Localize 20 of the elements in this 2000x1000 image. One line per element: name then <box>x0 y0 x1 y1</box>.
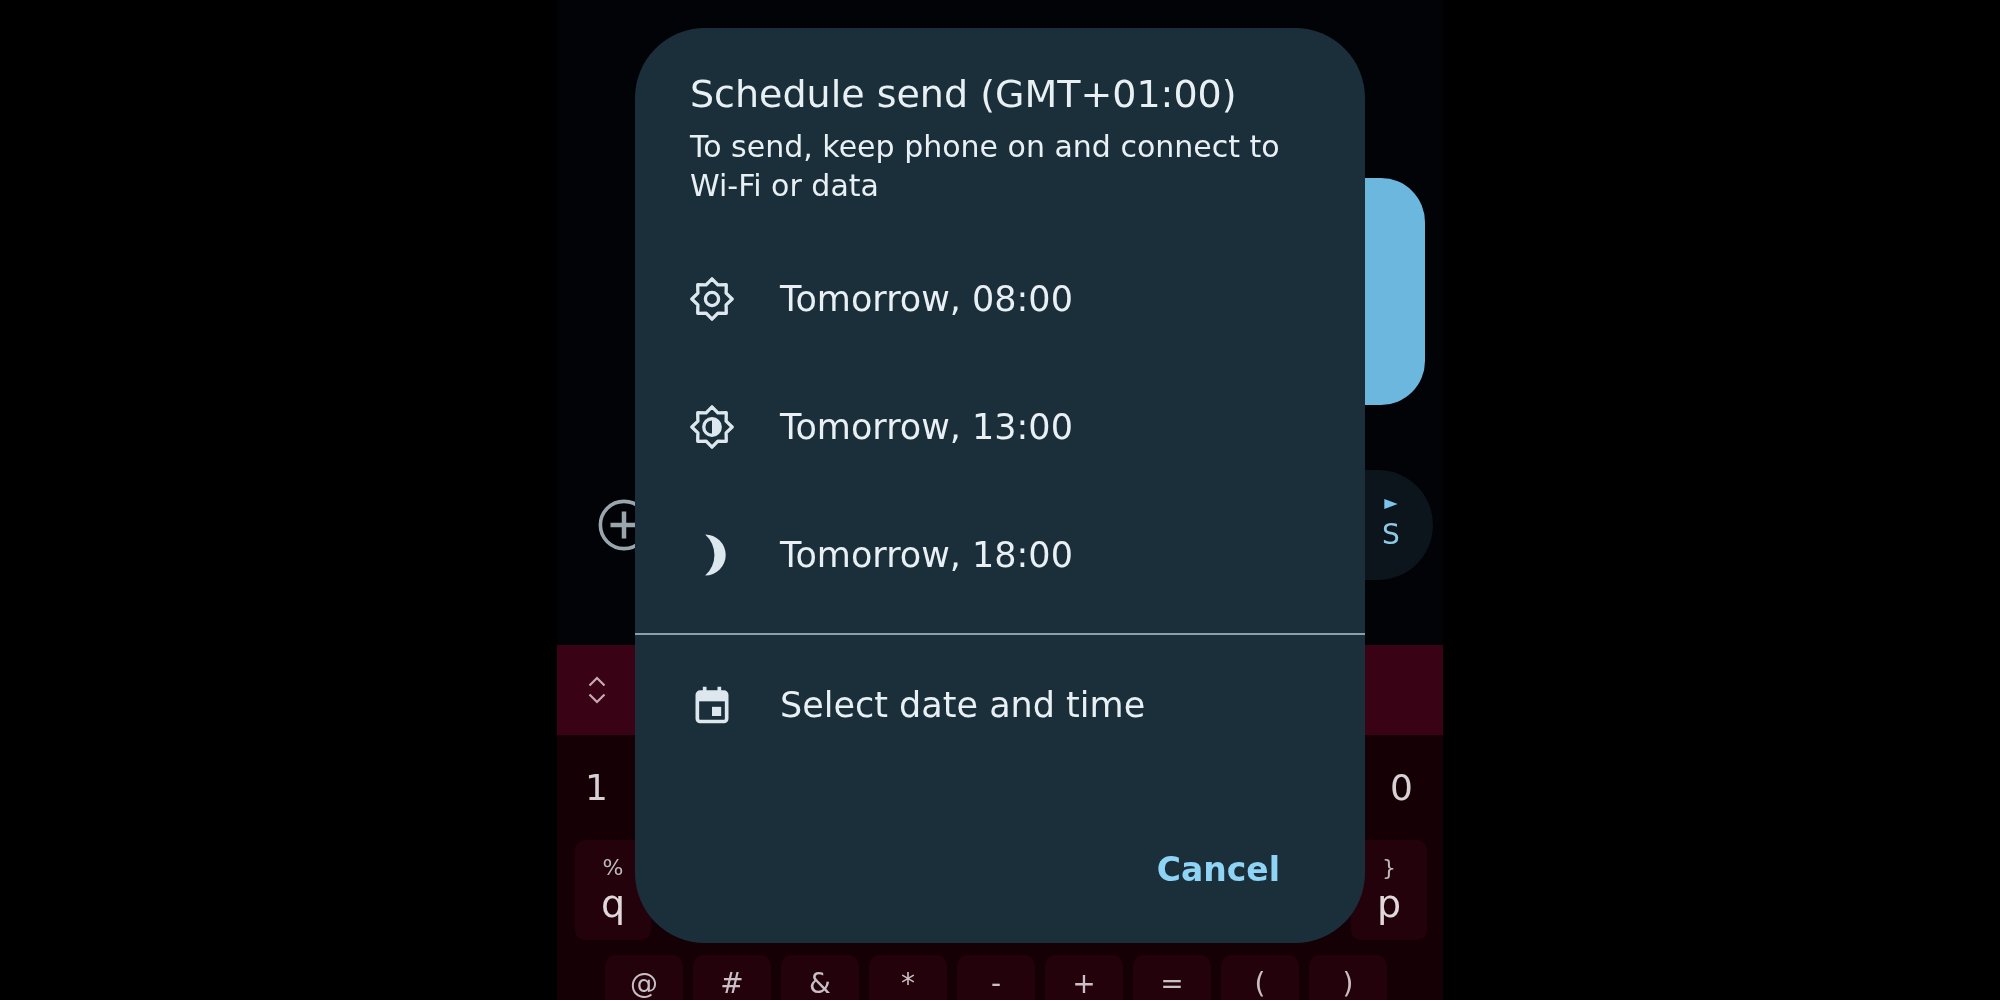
half-sun-icon <box>690 405 734 450</box>
keyboard-key[interactable]: 0 <box>1390 760 1413 815</box>
keyboard-key[interactable]: # <box>693 955 771 1000</box>
cancel-button[interactable]: Cancel <box>1146 839 1290 901</box>
keyboard-key[interactable]: = <box>1133 955 1211 1000</box>
keyboard-key[interactable]: @ <box>605 955 683 1000</box>
sun-icon <box>690 277 734 322</box>
keyboard-key[interactable]: + <box>1045 955 1123 1000</box>
schedule-option[interactable]: Tomorrow, 13:00 <box>780 401 1073 454</box>
schedule-option[interactable]: Tomorrow, 08:00 <box>780 273 1073 326</box>
keyboard-key[interactable]: * <box>869 955 947 1000</box>
keyboard-key[interactable]: & <box>781 955 859 1000</box>
keyboard-key[interactable]: 1 <box>585 760 608 815</box>
schedule-option[interactable]: Select date and time <box>780 679 1146 732</box>
schedule-option[interactable]: Tomorrow, 18:00 <box>780 529 1073 582</box>
dialog-title: Schedule send (GMT+01:00) <box>690 71 1238 118</box>
keyboard-key[interactable]: - <box>957 955 1035 1000</box>
keyboard-key[interactable]: ) <box>1309 955 1387 1000</box>
dialog-subtitle: To send, keep phone on and connect to Wi-Fi or data <box>690 128 1281 206</box>
keyboard-key[interactable]: ( <box>1221 955 1299 1000</box>
